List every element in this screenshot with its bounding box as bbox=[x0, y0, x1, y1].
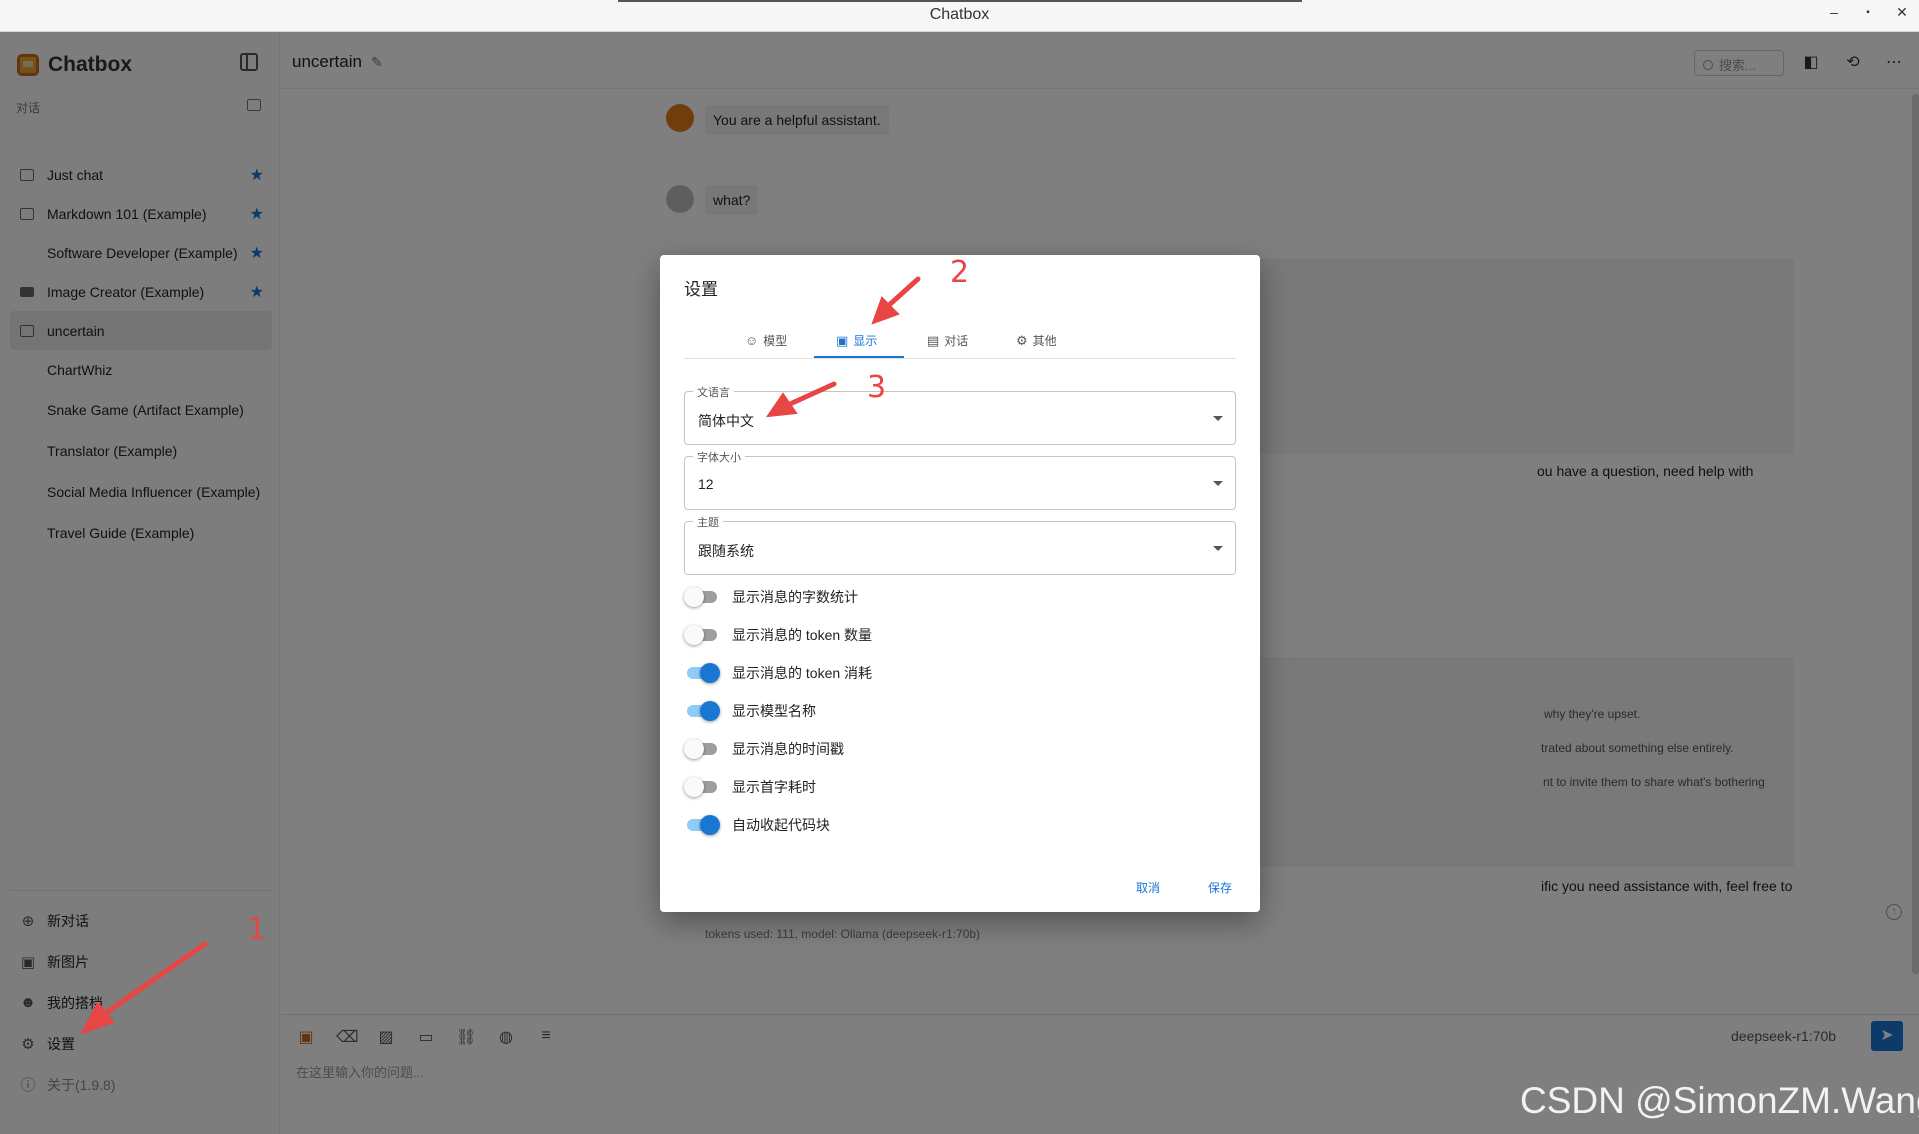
tab-model[interactable]: ☺ 模型 bbox=[745, 322, 787, 359]
toggle-first-token-latency[interactable]: 显示首字耗时 bbox=[684, 773, 816, 801]
toggle-timestamp[interactable]: 显示消息的时间戳 bbox=[684, 735, 844, 763]
close-button[interactable]: ✕ bbox=[1889, 4, 1915, 26]
switch[interactable] bbox=[684, 815, 720, 835]
translate-icon: 文 bbox=[697, 387, 708, 399]
toggle-model-name[interactable]: 显示模型名称 bbox=[684, 697, 816, 725]
switch[interactable] bbox=[684, 663, 720, 683]
watermark: CSDN @SimonZM.Wang bbox=[1520, 1080, 1919, 1121]
switch[interactable] bbox=[684, 701, 720, 721]
language-label-text: 语言 bbox=[708, 387, 730, 399]
theme-value: 跟随系统 bbox=[698, 543, 754, 559]
toggle-word-count[interactable]: 显示消息的字数统计 bbox=[684, 583, 858, 611]
tab-label: 模型 bbox=[763, 334, 788, 348]
switch[interactable] bbox=[684, 739, 720, 759]
tab-label: 显示 bbox=[853, 334, 878, 348]
settings-dialog: 设置 ☺ 模型 ▣ 显示 ▤ 对话 ⚙ 其他 文语言 简体中文 字体大小 12 主题 跟… bbox=[660, 255, 1260, 912]
window-title: Chatbox bbox=[929, 6, 990, 23]
theme-field-label: 主题 bbox=[693, 514, 723, 530]
toggle-token-count[interactable]: 显示消息的 token 数量 bbox=[684, 621, 872, 649]
language-field-label: 文语言 bbox=[693, 384, 734, 400]
tab-label: 对话 bbox=[944, 334, 969, 348]
gear-icon: ⚙ bbox=[1016, 332, 1028, 348]
dialog-title: 设置 bbox=[684, 280, 718, 299]
tab-other[interactable]: ⚙ 其他 bbox=[1016, 322, 1057, 359]
annotation-number-2: 2 bbox=[950, 255, 970, 290]
active-tab-indicator bbox=[814, 356, 904, 358]
dropdown-caret-icon bbox=[1213, 481, 1223, 486]
switch[interactable] bbox=[684, 625, 720, 645]
font-size-value: 12 bbox=[698, 476, 714, 492]
window-titlebar: Chatbox – ▪ ✕ bbox=[0, 0, 1919, 32]
language-value: 简体中文 bbox=[698, 413, 754, 429]
settings-tabs: ☺ 模型 ▣ 显示 ▤ 对话 ⚙ 其他 bbox=[684, 322, 1236, 359]
maximize-button[interactable]: ▪ bbox=[1855, 7, 1881, 29]
toggle-label: 显示消息的时间戳 bbox=[732, 741, 844, 757]
annotation-number-3: 3 bbox=[867, 370, 887, 405]
toggle-label: 自动收起代码块 bbox=[732, 817, 830, 833]
titlebar-accent-line bbox=[618, 0, 1302, 2]
toggle-label: 显示消息的 token 数量 bbox=[732, 627, 873, 643]
toggle-token-usage[interactable]: 显示消息的 token 消耗 bbox=[684, 659, 872, 687]
switch[interactable] bbox=[684, 777, 720, 797]
cancel-button[interactable]: 取消 bbox=[1136, 879, 1160, 896]
theme-select[interactable]: 主题 跟随系统 bbox=[684, 514, 1236, 575]
toggle-label: 显示消息的字数统计 bbox=[732, 589, 858, 605]
chat-icon: ▤ bbox=[927, 332, 940, 348]
tab-label: 其他 bbox=[1032, 334, 1057, 348]
font-size-field-label: 字体大小 bbox=[693, 449, 745, 465]
annotation-number-1: 1 bbox=[247, 912, 267, 947]
tab-chat[interactable]: ▤ 对话 bbox=[927, 322, 968, 359]
dropdown-caret-icon bbox=[1213, 416, 1223, 421]
robot-icon: ☺ bbox=[745, 333, 759, 348]
display-icon: ▣ bbox=[836, 332, 849, 348]
switch[interactable] bbox=[684, 587, 720, 607]
minimize-button[interactable]: – bbox=[1821, 4, 1847, 26]
toggle-label: 显示模型名称 bbox=[732, 703, 816, 719]
dropdown-caret-icon bbox=[1213, 546, 1223, 551]
save-button[interactable]: 保存 bbox=[1208, 879, 1232, 896]
toggle-label: 显示消息的 token 消耗 bbox=[732, 665, 873, 681]
toggle-label: 显示首字耗时 bbox=[732, 779, 816, 795]
font-size-select[interactable]: 字体大小 12 bbox=[684, 449, 1236, 510]
toggle-collapse-code[interactable]: 自动收起代码块 bbox=[684, 811, 830, 839]
language-select[interactable]: 文语言 简体中文 bbox=[684, 384, 1236, 445]
tab-display[interactable]: ▣ 显示 bbox=[836, 322, 877, 359]
